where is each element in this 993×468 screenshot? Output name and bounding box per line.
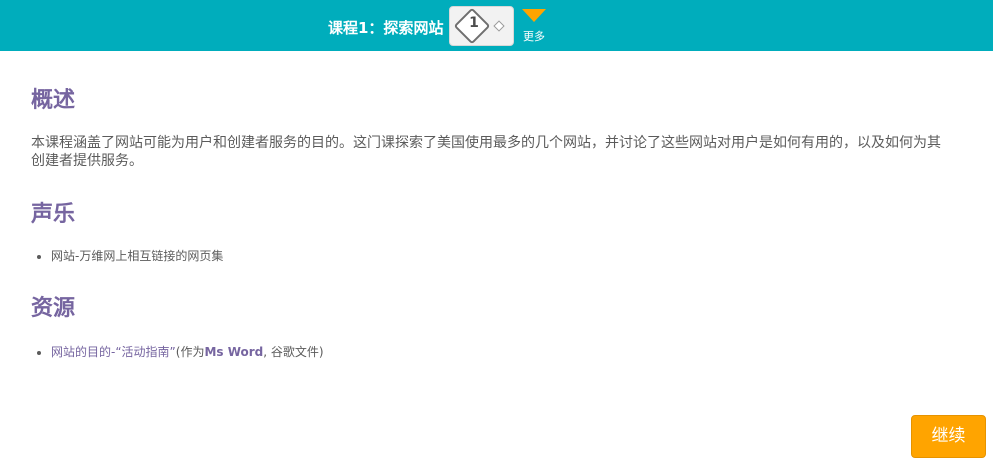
continue-button[interactable]: 继续 [911,415,986,458]
resource-msword-link[interactable]: Ms Word [204,345,263,359]
chevron-down-icon [522,9,546,22]
resource-suffix: , 谷歌文件) [263,345,324,359]
stage-number[interactable]: 1 [459,15,489,31]
resources-list: 网站的目的-“活动指南”(作为Ms Word, 谷歌文件) [51,344,324,360]
vocabulary-heading: 声乐 [31,202,76,227]
stage-progress[interactable]: 1 [449,6,514,46]
vocabulary-item: 网站-万维网上相互链接的网页集 [51,248,223,264]
small-diamond-icon [493,20,505,32]
top-bar: 课程1：探索网站 1 更多 [0,0,993,51]
overview-heading: 概述 [31,88,76,113]
overview-text: 本课程涵盖了网站可能为用户和创建者服务的目的。这门课探索了美国使用最多的几个网站… [31,135,941,169]
resource-prefix: (作为 [175,345,205,359]
more-label: 更多 [523,30,545,43]
resources-heading: 资源 [31,296,76,321]
more-button[interactable]: 更多 [519,9,549,45]
vocabulary-list: 网站-万维网上相互链接的网页集 [51,248,223,264]
lesson-title[interactable]: 课程1：探索网站 [328,17,445,38]
resource-link[interactable]: 网站的目的-“活动指南” [51,345,176,359]
resource-item: 网站的目的-“活动指南”(作为Ms Word, 谷歌文件) [51,344,324,360]
